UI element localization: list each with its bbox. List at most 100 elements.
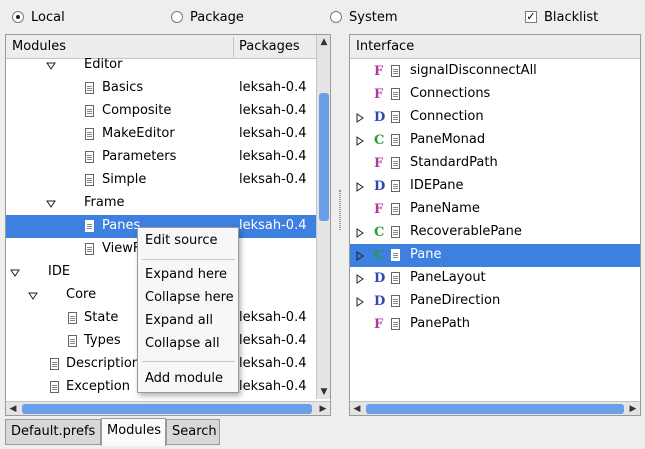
menu-separator — [142, 361, 235, 362]
tree-row[interactable]: Simple leksah-0.4 — [6, 169, 330, 192]
menu-item-collapse-all[interactable]: Collapse all — [145, 336, 220, 351]
item-label: PaneMonad — [410, 132, 486, 147]
expander-open-icon[interactable] — [46, 199, 56, 209]
file-icon — [391, 180, 400, 192]
scroll-down-icon[interactable]: ▼ — [317, 385, 330, 399]
tab-label: Modules — [107, 423, 162, 438]
menu-item-expand-here[interactable]: Expand here — [145, 267, 227, 282]
expander-open-icon[interactable] — [10, 268, 20, 278]
system-radio[interactable]: System — [330, 8, 397, 26]
interface-item[interactable]: D PaneDirection — [350, 290, 640, 313]
packages-column-header[interactable]: Packages — [239, 39, 300, 54]
scroll-up-icon[interactable]: ▲ — [317, 35, 330, 49]
tab-label: Search — [172, 424, 217, 439]
data-kind-icon: D — [374, 110, 386, 125]
modules-vertical-scrollbar[interactable]: ▲ ▼ — [316, 35, 330, 399]
expander-closed-icon[interactable] — [355, 136, 365, 146]
expander-closed-icon[interactable] — [355, 251, 365, 261]
function-kind-icon: F — [374, 202, 384, 217]
menu-item-expand-all[interactable]: Expand all — [145, 313, 213, 328]
interface-item[interactable]: D IDEPane — [350, 175, 640, 198]
package-label: Package — [190, 9, 244, 25]
tab-modules[interactable]: Modules — [101, 418, 166, 446]
expander-closed-icon[interactable] — [355, 228, 365, 238]
scroll-left-icon[interactable]: ◀ — [6, 402, 20, 415]
item-label: signalDisconnectAll — [410, 63, 537, 78]
menu-item-add-module[interactable]: Add module — [145, 371, 223, 386]
package-label: leksah-0.4 — [239, 310, 307, 325]
module-label: Composite — [102, 103, 172, 118]
tab-search[interactable]: Search — [166, 419, 220, 445]
file-icon — [391, 111, 400, 123]
file-icon — [391, 318, 400, 330]
scroll-right-icon[interactable]: ▶ — [316, 402, 330, 415]
file-icon — [68, 312, 77, 324]
scroll-left-icon[interactable]: ◀ — [350, 402, 364, 415]
menu-item-collapse-here[interactable]: Collapse here — [145, 290, 234, 305]
file-icon — [68, 335, 77, 347]
tree-row[interactable]: Parameters leksah-0.4 — [6, 146, 330, 169]
modules-column-header[interactable]: Modules — [12, 39, 66, 54]
interface-item[interactable]: C PaneMonad — [350, 129, 640, 152]
tree-row[interactable]: Editor — [6, 54, 330, 77]
module-label: Exception — [66, 379, 130, 394]
package-label: leksah-0.4 — [239, 80, 307, 95]
interface-item[interactable]: D PaneLayout — [350, 267, 640, 290]
expander-closed-icon[interactable] — [355, 182, 365, 192]
data-kind-icon: D — [374, 179, 386, 194]
file-icon — [85, 82, 94, 94]
interface-horizontal-scrollbar[interactable]: ◀ ▶ — [350, 401, 640, 415]
scope-bar: Local Package System ✓ Blacklist — [0, 0, 645, 34]
file-icon — [391, 88, 400, 100]
interface-item[interactable]: F PaneName — [350, 198, 640, 221]
local-radio[interactable]: Local — [12, 8, 65, 26]
file-icon — [391, 226, 400, 238]
file-icon — [391, 295, 400, 307]
splitter-grip-icon — [339, 190, 341, 230]
item-label: IDEPane — [410, 178, 464, 193]
expander-open-icon[interactable] — [46, 61, 56, 71]
scrollbar-thumb[interactable] — [366, 404, 624, 414]
pane-splitter[interactable] — [336, 190, 344, 230]
package-radio[interactable]: Package — [171, 8, 244, 26]
scroll-right-icon[interactable]: ▶ — [626, 402, 640, 415]
module-label: MakeEditor — [102, 126, 175, 141]
interface-item[interactable]: D Connection — [350, 106, 640, 129]
expander-open-icon[interactable] — [28, 291, 38, 301]
file-icon — [391, 65, 400, 77]
tab-default-prefs[interactable]: Default.prefs — [5, 419, 101, 445]
interface-item[interactable]: F signalDisconnectAll — [350, 60, 640, 83]
file-icon — [391, 157, 400, 169]
scrollbar-thumb[interactable] — [319, 93, 329, 221]
blacklist-label: Blacklist — [544, 9, 599, 25]
expander-closed-icon[interactable] — [355, 274, 365, 284]
file-icon — [85, 174, 94, 186]
tree-row[interactable]: MakeEditor leksah-0.4 — [6, 123, 330, 146]
menu-item-edit-source[interactable]: Edit source — [145, 233, 217, 248]
interface-item[interactable]: F Connections — [350, 83, 640, 106]
module-label: Types — [84, 333, 121, 348]
class-kind-icon: C — [374, 225, 385, 240]
interface-item[interactable]: C RecoverablePane — [350, 221, 640, 244]
interface-item-selected[interactable]: C Pane — [350, 244, 640, 267]
package-label: leksah-0.4 — [239, 379, 307, 394]
interface-item[interactable]: F PanePath — [350, 313, 640, 336]
blacklist-checkbox[interactable]: ✓ Blacklist — [525, 8, 598, 26]
scrollbar-thumb[interactable] — [22, 404, 312, 414]
tree-row[interactable]: Frame — [6, 192, 330, 215]
interface-item[interactable]: F StandardPath — [350, 152, 640, 175]
file-icon — [50, 381, 59, 393]
interface-column-header[interactable]: Interface — [356, 39, 414, 54]
class-kind-icon: C — [374, 248, 385, 263]
expander-closed-icon[interactable] — [355, 297, 365, 307]
modules-horizontal-scrollbar[interactable]: ◀ ▶ — [6, 401, 330, 415]
item-label: Connection — [410, 109, 484, 124]
file-icon — [85, 105, 94, 117]
tree-row[interactable]: Basics leksah-0.4 — [6, 77, 330, 100]
expander-closed-icon[interactable] — [355, 113, 365, 123]
package-label: leksah-0.4 — [239, 172, 307, 187]
interface-pane: Interface F signalDisconnectAll F Connec… — [349, 34, 641, 416]
package-label: leksah-0.4 — [239, 218, 307, 233]
item-label: PaneDirection — [410, 293, 501, 308]
tree-row[interactable]: Composite leksah-0.4 — [6, 100, 330, 123]
